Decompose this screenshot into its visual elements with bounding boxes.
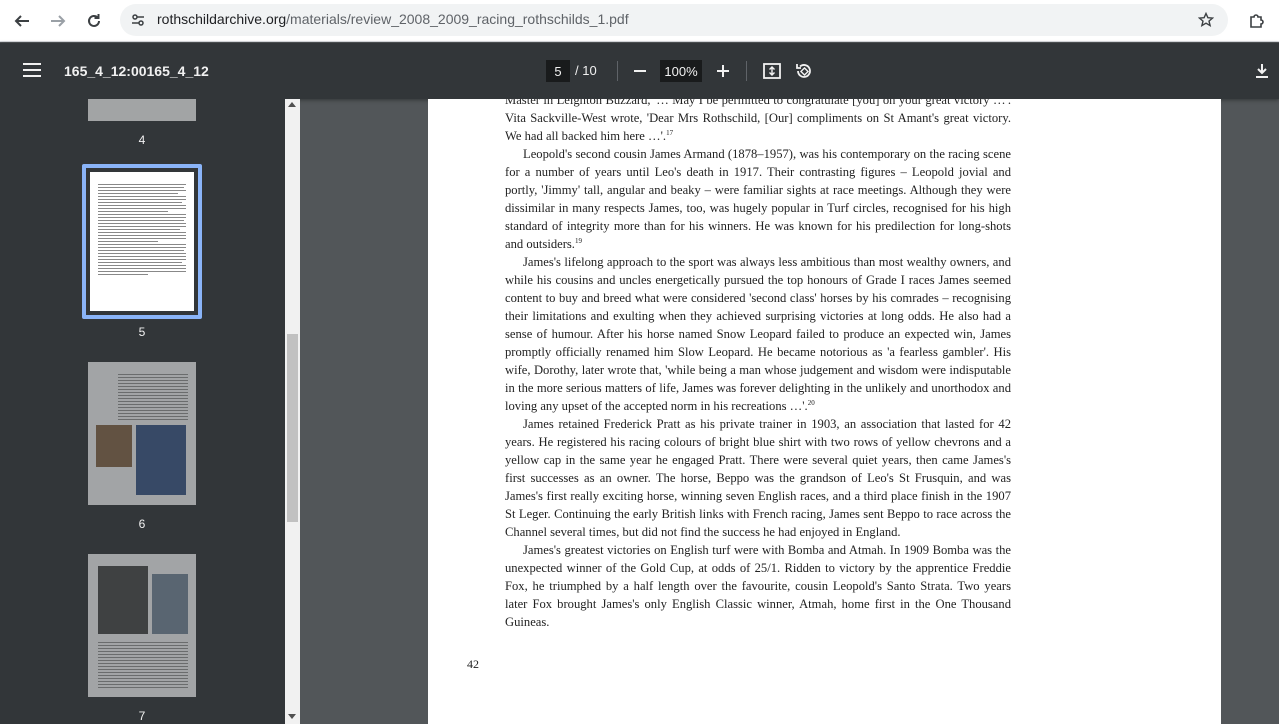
- zoom-in-button[interactable]: [712, 60, 734, 82]
- reload-icon: [88, 14, 100, 27]
- thumbnail-page-7[interactable]: [88, 554, 196, 697]
- document-title: 165_4_12:00165_4_12: [64, 63, 209, 79]
- url-host: rothschildarchive.org: [157, 11, 287, 27]
- sidebar-menu-icon[interactable]: [20, 59, 44, 83]
- thumbnail-label: 7: [138, 709, 146, 723]
- toolbar-divider: [617, 61, 618, 81]
- scroll-down-arrow-icon[interactable]: [288, 714, 296, 719]
- paragraph: Leopold's second cousin James Armand (18…: [505, 147, 1011, 251]
- back-button[interactable]: [8, 7, 36, 35]
- browser-toolbar: rothschildarchive.org/materials/review_2…: [0, 0, 1279, 42]
- rotate-icon: [796, 64, 811, 78]
- url-text[interactable]: rothschildarchive.org/materials/review_2…: [157, 11, 629, 27]
- extensions-puzzle-icon[interactable]: [1243, 7, 1271, 35]
- thumbnail-text-block: [118, 372, 188, 422]
- address-bar[interactable]: rothschildarchive.org/materials/review_2…: [120, 4, 1228, 36]
- thumbnail-image: [96, 425, 132, 467]
- thumbnail-page-4[interactable]: [88, 99, 196, 121]
- page-total: / 10: [575, 63, 597, 78]
- download-icon: [1256, 64, 1268, 78]
- thumbnail-label: 5: [138, 325, 146, 339]
- rotate-button[interactable]: [792, 59, 816, 83]
- fit-to-page-button[interactable]: [760, 59, 784, 83]
- scroll-up-arrow-icon[interactable]: [288, 102, 296, 107]
- thumbnail-label: 6: [138, 517, 146, 531]
- thumbnail-text-block: [98, 640, 188, 690]
- zoom-out-button[interactable]: [630, 60, 650, 82]
- arrow-right-icon: [51, 15, 66, 27]
- reload-button[interactable]: [80, 7, 108, 35]
- page-number-input[interactable]: 5: [546, 60, 570, 82]
- arrow-left-icon: [14, 15, 29, 27]
- thumbnail-page-6[interactable]: [88, 362, 196, 505]
- download-button[interactable]: [1250, 59, 1274, 83]
- plus-icon: [717, 65, 729, 77]
- thumbnail-page-5: [90, 172, 194, 311]
- sidebar-scrollbar[interactable]: [285, 99, 300, 724]
- toolbar-divider: [746, 61, 747, 81]
- thumbnail-image: [152, 574, 188, 634]
- thumbnail-page-5-selected[interactable]: [82, 164, 202, 319]
- thumbnail-image: [98, 566, 148, 634]
- paragraph: James retained Frederick Pratt as his pr…: [505, 417, 1011, 539]
- thumbnail-image: [136, 425, 186, 495]
- thumbnail-sidebar: 4 5 6 7: [0, 99, 300, 724]
- fit-page-icon: [763, 63, 781, 79]
- page-number-footer: 42: [467, 657, 479, 671]
- url-path: /materials/review_2008_2009_racing_roths…: [286, 11, 629, 27]
- thumbnail-label: 4: [138, 133, 146, 147]
- paragraph: James's lifelong approach to the sport w…: [505, 255, 1011, 413]
- forward-button[interactable]: [44, 7, 72, 35]
- site-info-icon[interactable]: [128, 10, 148, 30]
- pdf-page: Master in Leighton Buzzard, '… May I be …: [428, 99, 1221, 724]
- zoom-input[interactable]: 100%: [660, 60, 702, 82]
- pdf-toolbar: 165_4_12:00165_4_12 5 / 10 100%: [0, 43, 1279, 99]
- minus-icon: [634, 70, 646, 72]
- bookmark-star-icon[interactable]: [1194, 8, 1218, 32]
- scrollbar-thumb[interactable]: [287, 334, 298, 522]
- paragraph: James's greatest victories on English tu…: [505, 543, 1011, 629]
- paragraph: Master in Leighton Buzzard, '… May I be …: [505, 99, 1011, 143]
- page-body-text: Master in Leighton Buzzard, '… May I be …: [505, 99, 1011, 631]
